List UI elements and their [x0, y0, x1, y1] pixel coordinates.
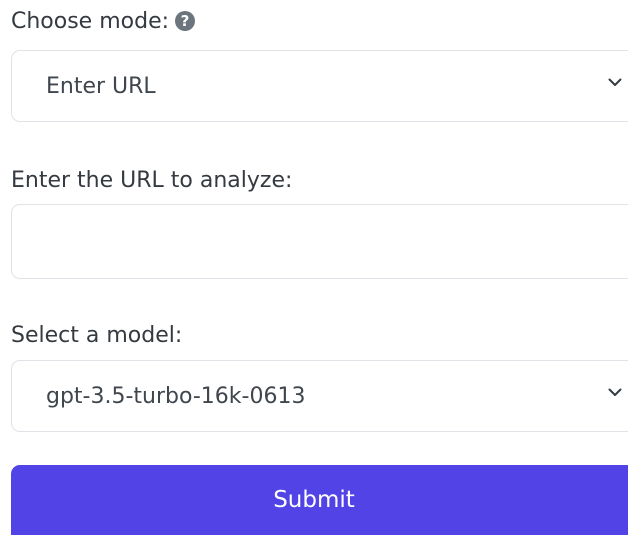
mode-label: Choose mode: — [11, 9, 170, 34]
analyze-form: Choose mode:? Enter URL Enter the URL to… — [0, 0, 628, 535]
url-label: Enter the URL to analyze: — [11, 168, 293, 193]
chevron-down-icon — [608, 388, 622, 396]
question-circle-icon[interactable]: ? — [175, 11, 196, 31]
model-select-value: gpt-3.5-turbo-16k-0613 — [46, 383, 306, 409]
chevron-down-icon — [608, 78, 622, 86]
mode-select-value: Enter URL — [46, 73, 156, 99]
mode-label-row: Choose mode:? — [11, 9, 196, 34]
submit-button[interactable]: Submit — [11, 465, 628, 535]
model-select[interactable]: gpt-3.5-turbo-16k-0613 — [11, 360, 628, 432]
url-input[interactable] — [11, 204, 628, 279]
model-label: Select a model: — [11, 323, 183, 348]
mode-select[interactable]: Enter URL — [11, 50, 628, 122]
submit-button-label: Submit — [273, 487, 355, 513]
